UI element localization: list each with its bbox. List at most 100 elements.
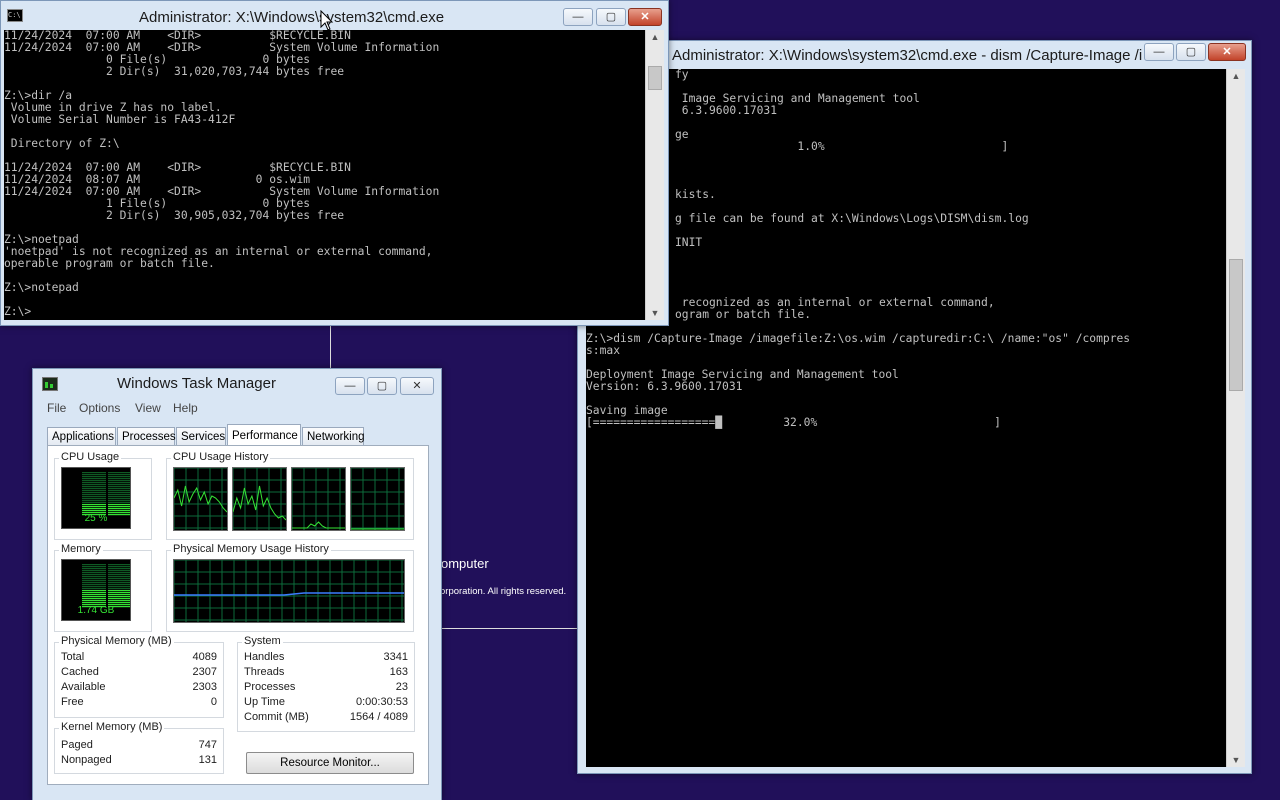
scrollbar-thumb[interactable]: [1229, 259, 1243, 391]
setup-text-fragment: omputer: [441, 556, 489, 571]
close-button[interactable]: ✕: [1208, 43, 1246, 61]
maximize-button[interactable]: ▢: [1176, 43, 1206, 61]
physical-memory-group: Physical Memory (MB) Total 4089 Cached 230…: [54, 635, 224, 718]
cpu-history-label: CPU Usage History: [171, 451, 271, 463]
taskmgr-window-title: Windows Task Manager: [117, 375, 276, 392]
dism-console-output[interactable]: fy Image Servicing and Management tool 6…: [586, 69, 1226, 767]
console-line: operable program or batch file.: [4, 257, 215, 270]
console-line: 1.0% ]: [675, 140, 1009, 153]
kernel-memory-label: Kernel Memory (MB): [59, 721, 165, 733]
console-line: kists.: [675, 188, 716, 201]
console-line: Version: 6.3.9600.17031: [586, 380, 743, 393]
console-line: [==================█ 32.0% ]: [586, 416, 1001, 429]
performance-panel: CPU Usage 25 % CPU Usage History Memory …: [47, 445, 429, 785]
dism-window-title: Administrator: X:\Windows\system32\cmd.e…: [672, 47, 1142, 64]
system-label: System: [242, 635, 283, 647]
stat-row-handles: Handles 3341: [244, 651, 408, 663]
memory-history-graph: [173, 559, 405, 623]
cpu-usage-value: 25 %: [84, 513, 108, 524]
kernel-memory-group: Kernel Memory (MB) Paged 747 Nonpaged 131: [54, 721, 224, 774]
cpu-usage-meter: 25 %: [61, 467, 131, 529]
console-line: Z:\>notepad: [4, 281, 79, 294]
memory-label: Memory: [59, 543, 103, 555]
scroll-down-arrow-icon[interactable]: ▼: [646, 306, 664, 320]
cpu-history-graph-3: [291, 467, 346, 531]
tab-networking[interactable]: Networking: [302, 427, 365, 445]
dism-titlebar[interactable]: Administrator: X:\Windows\system32\cmd.e…: [578, 41, 1251, 71]
scroll-up-arrow-icon[interactable]: ▲: [1227, 69, 1245, 83]
memory-history-label: Physical Memory Usage History: [171, 543, 331, 555]
memory-meter: 1.74 GB: [61, 559, 131, 621]
tab-services[interactable]: Services: [176, 427, 226, 445]
physical-memory-label: Physical Memory (MB): [59, 635, 174, 647]
stat-row-commit: Commit (MB) 1564 / 4089: [244, 711, 408, 723]
console-line: Directory of Z:\: [4, 137, 120, 150]
tab-performance[interactable]: Performance: [227, 424, 301, 446]
tab-processes[interactable]: Processes: [117, 427, 176, 445]
scroll-up-arrow-icon[interactable]: ▲: [646, 30, 664, 44]
console-line: 6.3.9600.17031: [675, 104, 778, 117]
copyright-text-fragment: orporation. All rights reserved.: [440, 586, 567, 597]
cpu-usage-group: CPU Usage 25 %: [54, 451, 152, 540]
stat-row-free: Free 0: [61, 696, 217, 708]
mouse-cursor-icon: [320, 10, 334, 31]
cmd-console-output[interactable]: 11/24/2024 07:00 AM <DIR> $RECYCLE.BIN 11…: [4, 30, 645, 320]
memory-value: 1.74 GB: [77, 605, 115, 616]
close-button[interactable]: ✕: [628, 8, 662, 26]
console-line: ogram or batch file.: [675, 308, 812, 321]
console-line: fy: [675, 69, 689, 81]
stat-row-processes: Processes 23: [244, 681, 408, 693]
maximize-button[interactable]: ▢: [596, 8, 626, 26]
minimize-button[interactable]: —: [335, 377, 365, 395]
console-line: 2 Dir(s) 30,905,032,704 bytes free: [4, 209, 345, 222]
menu-file[interactable]: File: [47, 401, 66, 415]
scrollbar-thumb[interactable]: [648, 66, 662, 90]
stat-row-nonpaged: Nonpaged 131: [61, 754, 217, 766]
dism-scrollbar[interactable]: ▲ ▼: [1226, 69, 1245, 767]
console-line: s:max: [586, 344, 621, 357]
cpu-history-graph-1: [173, 467, 228, 531]
tab-applications[interactable]: Applications: [47, 427, 116, 445]
minimize-button[interactable]: —: [563, 8, 593, 26]
menu-options[interactable]: Options: [79, 401, 120, 415]
console-line: 2 Dir(s) 31,020,703,744 bytes free: [4, 65, 345, 78]
cmd-window[interactable]: C:\ Administrator: X:\Windows\system32\c…: [0, 0, 669, 326]
menu-help[interactable]: Help: [173, 401, 198, 415]
cmd-scrollbar[interactable]: ▲ ▼: [645, 30, 664, 320]
task-manager-window[interactable]: Windows Task Manager — ▢ ✕ File Options …: [32, 368, 442, 800]
stat-row-threads: Threads 163: [244, 666, 408, 678]
cpu-usage-label: CPU Usage: [59, 451, 122, 463]
console-line: g file can be found at X:\Windows\Logs\D…: [675, 212, 1029, 225]
taskmgr-titlebar[interactable]: Windows Task Manager — ▢ ✕: [33, 369, 441, 399]
taskmgr-app-icon: [42, 377, 58, 391]
memory-history-group: Physical Memory Usage History: [166, 543, 414, 632]
cmd-window-title: Administrator: X:\Windows\system32\cmd.e…: [139, 9, 445, 26]
dism-cmd-window[interactable]: Administrator: X:\Windows\system32\cmd.e…: [577, 40, 1252, 774]
dism-console-partial-lines: fy Image Servicing and Management tool 6…: [675, 69, 1226, 321]
minimize-button[interactable]: —: [1144, 43, 1174, 61]
console-line: INIT: [675, 236, 703, 249]
tab-strip: Applications Processes Services Performa…: [47, 424, 432, 446]
menu-view[interactable]: View: [135, 401, 161, 415]
cpu-history-group: CPU Usage History: [166, 451, 414, 540]
system-group: System Handles 3341 Threads 163 Processes 2…: [237, 635, 415, 732]
resource-monitor-button[interactable]: Resource Monitor...: [246, 752, 414, 774]
close-button[interactable]: ✕: [400, 377, 434, 395]
stat-row-uptime: Up Time 0:00:30:53: [244, 696, 408, 708]
memory-group: Memory 1.74 GB: [54, 543, 152, 632]
cpu-history-graph-2: [232, 467, 287, 531]
maximize-button[interactable]: ▢: [367, 377, 397, 395]
cmd-titlebar[interactable]: C:\ Administrator: X:\Windows\system32\c…: [1, 1, 668, 31]
cpu-history-graph-4: [350, 467, 405, 531]
menu-bar: File Options View Help: [47, 401, 427, 417]
scroll-down-arrow-icon[interactable]: ▼: [1227, 753, 1245, 767]
